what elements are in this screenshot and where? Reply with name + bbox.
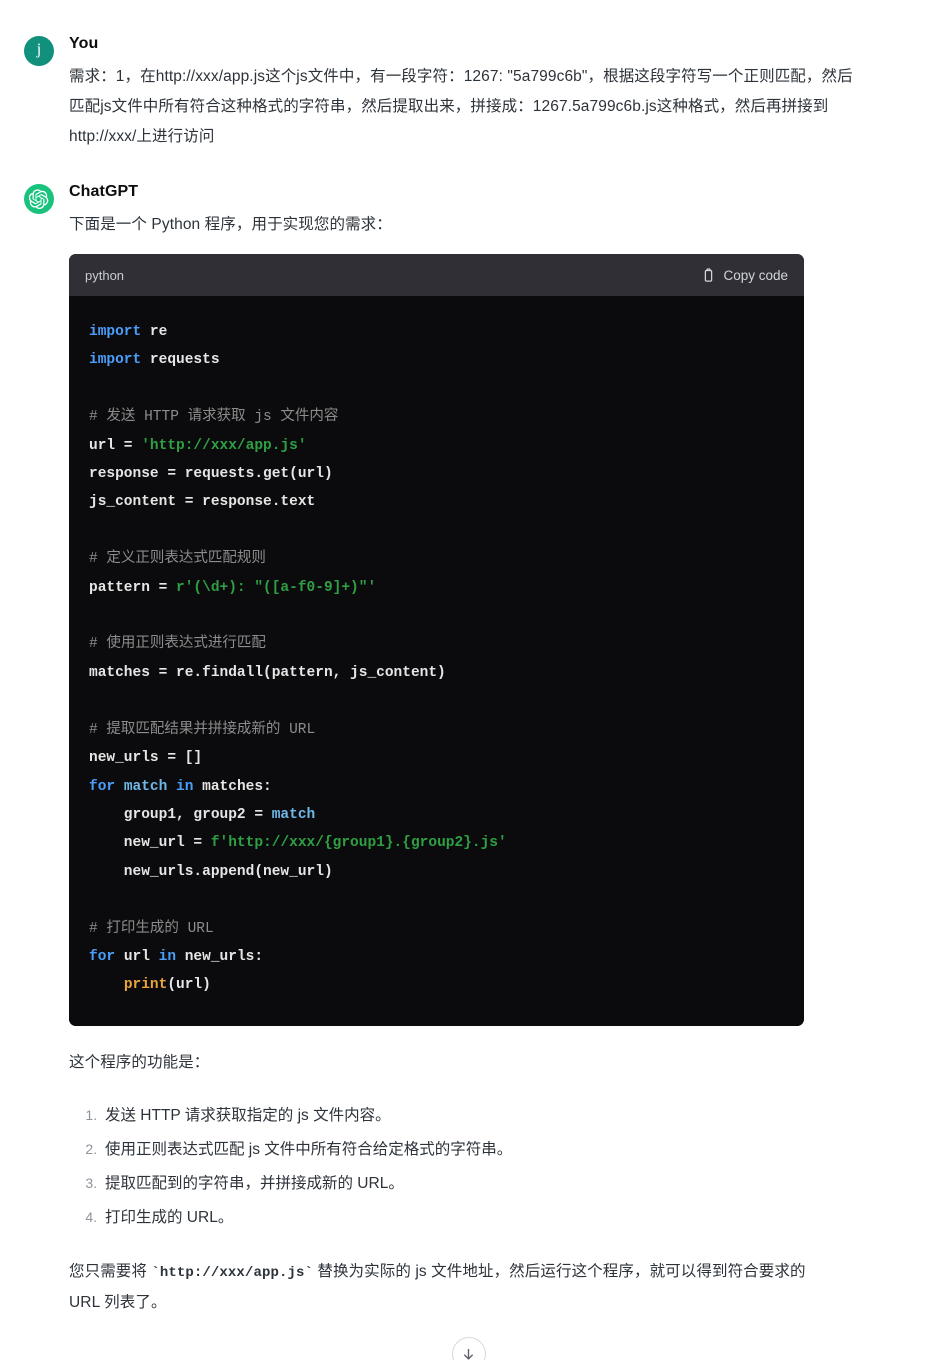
copy-code-button[interactable]: Copy code (701, 268, 788, 283)
assistant-intro-text: 下面是一个 Python 程序，用于实现您的需求： (69, 216, 392, 233)
code-content: import re import requests # 发送 HTTP 请求获取… (89, 324, 507, 994)
code-language-label: python (85, 267, 125, 283)
assistant-avatar-column (24, 182, 69, 214)
avatar (24, 184, 54, 214)
code-block-header: python Copy code (69, 254, 804, 296)
openai-logo-icon (29, 189, 49, 209)
user-message-body: You 需求：1，在http://xxx/app.js这个js文件中，有一段字符… (69, 34, 913, 152)
assistant-after-code-heading: 这个程序的功能是： (69, 1053, 210, 1071)
list-item: 提取匹配到的字符串，并拼接成新的 URL。 (101, 1168, 913, 1199)
code-block-body: import re import requests # 发送 HTTP 请求获取… (69, 296, 804, 1026)
list-item: 使用正则表达式匹配 js 文件中所有符合给定格式的字符串。 (101, 1134, 913, 1165)
user-author-name: You (69, 35, 99, 52)
list-item: 发送 HTTP 请求获取指定的 js 文件内容。 (101, 1100, 913, 1131)
user-message-text: 需求：1，在http://xxx/app.js这个js文件中，有一段字符：126… (69, 68, 853, 145)
assistant-message-body: ChatGPT 下面是一个 Python 程序，用于实现您的需求： python… (69, 182, 913, 1318)
assistant-author-name: ChatGPT (69, 183, 139, 200)
closing-prefix-text: 您只需要将 (69, 1262, 152, 1280)
user-avatar-column: j (24, 34, 69, 66)
assistant-closing-paragraph: 您只需要将 `http://xxx/app.js` 替换为实际的 js 文件地址… (69, 1257, 809, 1318)
copy-code-label: Copy code (723, 267, 788, 283)
feature-steps-list: 发送 HTTP 请求获取指定的 js 文件内容。 使用正则表达式匹配 js 文件… (69, 1100, 913, 1233)
scroll-to-bottom-button[interactable] (451, 1337, 486, 1360)
list-item: 打印生成的 URL。 (101, 1202, 913, 1233)
assistant-message: ChatGPT 下面是一个 Python 程序，用于实现您的需求： python… (0, 152, 937, 1318)
user-message: j You 需求：1，在http://xxx/app.js这个js文件中，有一段… (0, 0, 937, 152)
clipboard-icon (705, 267, 713, 282)
code-block: python Copy code import re import reques… (69, 254, 804, 1026)
avatar: j (24, 36, 54, 66)
arrow-down-icon (464, 1348, 473, 1360)
chat-conversation-page: j You 需求：1，在http://xxx/app.js这个js文件中，有一段… (0, 0, 937, 1360)
inline-code-url: `http://xxx/app.js` (151, 1264, 313, 1281)
avatar-initial: j (36, 41, 42, 58)
